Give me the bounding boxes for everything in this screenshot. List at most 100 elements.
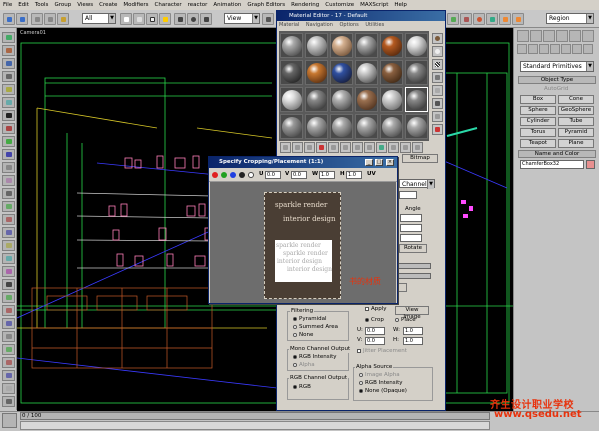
tool-icon-26[interactable] <box>2 357 15 368</box>
sample-type-icon[interactable] <box>432 33 443 44</box>
tool-icon-10[interactable] <box>2 149 15 160</box>
material-slot[interactable] <box>280 33 303 58</box>
tool-icon-27[interactable] <box>2 370 15 381</box>
tool-icon-23[interactable] <box>2 318 15 329</box>
menu-modifiers[interactable]: Modifiers <box>123 2 148 8</box>
angle-u-field[interactable] <box>400 214 422 222</box>
crop-region[interactable]: sparkle render sparkle render interior d… <box>275 240 332 282</box>
plane-button[interactable]: Plane <box>558 139 594 148</box>
angle-w-field[interactable] <box>400 234 422 242</box>
video-color-check-icon[interactable] <box>432 85 443 96</box>
menu-reactor[interactable]: reactor <box>188 2 208 8</box>
menu-navigation[interactable]: Navigation <box>306 22 333 28</box>
material-slot[interactable] <box>330 87 353 112</box>
make-unique-icon[interactable] <box>340 142 351 153</box>
tool-icon-2[interactable] <box>2 45 15 56</box>
map-channel-dropdown[interactable]: Channel ▼ <box>399 179 435 189</box>
view-image-button[interactable]: View Image <box>395 306 429 320</box>
link-icon[interactable] <box>31 13 43 25</box>
scale-icon[interactable] <box>200 13 212 25</box>
alpha-rgb-intensity-radio[interactable]: RGB Intensity <box>359 380 403 387</box>
unlink-icon[interactable] <box>44 13 56 25</box>
material-slot[interactable] <box>405 114 428 139</box>
material-slot[interactable] <box>305 87 328 112</box>
minimize-icon[interactable]: _ <box>365 159 373 166</box>
material-slot[interactable] <box>330 114 353 139</box>
menu-material[interactable]: Material <box>279 22 299 28</box>
material-slot[interactable] <box>405 33 428 58</box>
menu-character[interactable]: Character <box>155 2 182 8</box>
tool-icon-15[interactable] <box>2 214 15 225</box>
menu-group[interactable]: Group <box>54 2 71 8</box>
crop-v-input[interactable]: 0.0 <box>291 171 307 179</box>
material-slot[interactable] <box>380 33 403 58</box>
menu-rendering[interactable]: Rendering <box>291 2 319 8</box>
object-type-header[interactable]: Object Type <box>518 76 596 84</box>
tool-icon-8[interactable] <box>2 123 15 134</box>
material-slot[interactable] <box>380 114 403 139</box>
tool-icon-7[interactable] <box>2 110 15 121</box>
tool-icon-4[interactable] <box>2 71 15 82</box>
maximize-icon[interactable]: □ <box>375 159 383 166</box>
go-forward-sibling-icon[interactable] <box>412 142 423 153</box>
menu-maxscript[interactable]: MAXScript <box>360 2 388 8</box>
tool-icon-1[interactable] <box>2 32 15 43</box>
material-editor-titlebar[interactable]: Material Editor - 17 - Default <box>277 11 445 21</box>
tool-icon-22[interactable] <box>2 305 15 316</box>
display-tab-icon[interactable] <box>569 30 581 42</box>
tool-icon-3[interactable] <box>2 58 15 69</box>
select-by-material-icon[interactable] <box>432 124 443 135</box>
tool-icon-29[interactable] <box>2 396 15 407</box>
show-map-in-viewport-icon[interactable] <box>376 142 387 153</box>
options-icon[interactable] <box>432 111 443 122</box>
pivot-center-icon[interactable] <box>262 13 274 25</box>
backlight-icon[interactable] <box>432 46 443 57</box>
alpha-none-radio[interactable]: None (Opaque) <box>359 388 407 395</box>
tool-icon-21[interactable] <box>2 292 15 303</box>
material-slot[interactable] <box>305 33 328 58</box>
tool-icon-11[interactable] <box>2 162 15 173</box>
angle-v-field[interactable] <box>400 224 422 232</box>
tool-icon-14[interactable] <box>2 201 15 212</box>
undo-icon[interactable] <box>3 13 15 25</box>
filter-summed-radio[interactable]: Summed Area <box>293 324 338 331</box>
menu-file[interactable]: File <box>3 2 12 8</box>
alpha-channel-icon[interactable] <box>239 172 245 178</box>
background-icon[interactable] <box>432 59 443 70</box>
helpers-icon[interactable] <box>561 44 571 54</box>
tool-icon-24[interactable] <box>2 331 15 342</box>
jitter-checkbox[interactable]: Jitter Placement <box>357 348 407 355</box>
selection-filter-dropdown[interactable]: All ▼ <box>82 13 116 24</box>
selection-set-dropdown[interactable]: Region ▼ <box>546 13 594 24</box>
render-last-icon[interactable] <box>512 13 524 25</box>
crop-v-field[interactable]: 0.0 <box>365 337 385 345</box>
window-crossing-icon[interactable] <box>159 13 171 25</box>
object-name-field[interactable]: ChamferBox32 <box>520 160 584 169</box>
viewport-label[interactable]: Camera01 <box>20 30 46 36</box>
material-slot[interactable] <box>355 114 378 139</box>
close-icon[interactable]: × <box>386 159 394 166</box>
track-bar[interactable] <box>20 421 490 430</box>
geosphere-button[interactable]: GeoSphere <box>558 106 594 115</box>
shapes-icon[interactable] <box>528 44 538 54</box>
quick-render-icon[interactable] <box>499 13 511 25</box>
schematic-view-icon[interactable] <box>460 13 472 25</box>
material-slot[interactable] <box>405 60 428 85</box>
tube-button[interactable]: Tube <box>558 117 594 126</box>
crop-preview-area[interactable]: sparkle render interior design sparkle r… <box>210 182 396 303</box>
red-channel-icon[interactable] <box>212 172 218 178</box>
assign-material-icon[interactable] <box>304 142 315 153</box>
hierarchy-tab-icon[interactable] <box>543 30 555 42</box>
material-slot[interactable] <box>305 60 328 85</box>
bind-space-warp-icon[interactable] <box>57 13 69 25</box>
uv-toggle[interactable]: UV <box>367 171 376 178</box>
teapot-button[interactable]: Teapot <box>520 139 556 148</box>
tool-icon-9[interactable] <box>2 136 15 147</box>
reference-coord-dropdown[interactable]: View ▼ <box>224 13 260 24</box>
go-to-parent-icon[interactable] <box>400 142 411 153</box>
bitmap-preview[interactable]: sparkle render interior design sparkle r… <box>264 192 341 299</box>
category-dropdown[interactable]: Standard Primitives ▼ <box>520 61 594 72</box>
monochrome-icon[interactable] <box>248 172 254 178</box>
tool-icon-5[interactable] <box>2 84 15 95</box>
blue-channel-icon[interactable] <box>230 172 236 178</box>
